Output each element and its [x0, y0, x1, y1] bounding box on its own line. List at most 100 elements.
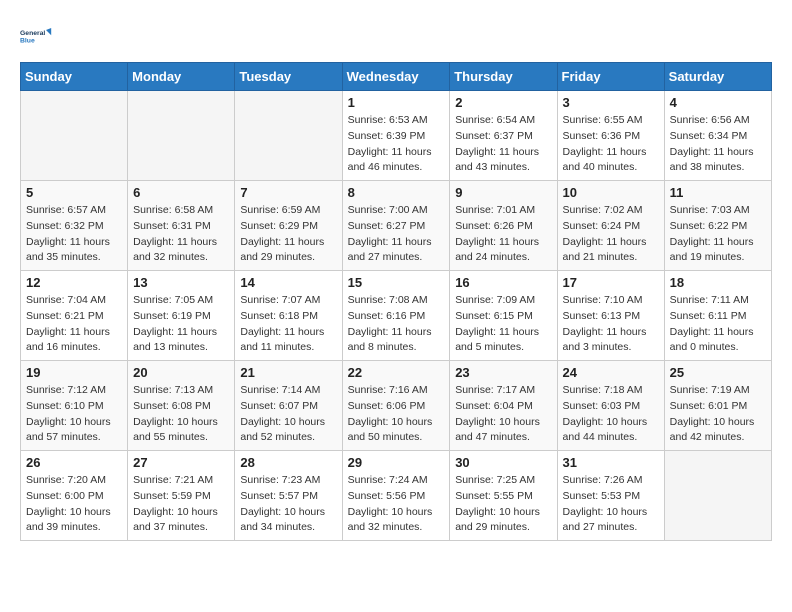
day-info: Sunrise: 7:02 AM Sunset: 6:24 PM Dayligh… — [563, 203, 659, 266]
day-number: 21 — [240, 365, 336, 380]
day-info: Sunrise: 7:14 AM Sunset: 6:07 PM Dayligh… — [240, 383, 336, 446]
day-number: 27 — [133, 455, 229, 470]
calendar-cell: 24 Sunrise: 7:18 AM Sunset: 6:03 PM Dayli… — [557, 361, 664, 451]
calendar-cell: 30Sunrise: 7:25 AM Sunset: 5:55 PM Dayli… — [450, 451, 557, 541]
day-number: 20 — [133, 365, 229, 380]
day-number: 14 — [240, 275, 336, 290]
calendar-cell: 19 Sunrise: 7:12 AM Sunset: 6:10 PM Dayli… — [21, 361, 128, 451]
day-number: 12 — [26, 275, 122, 290]
calendar-week-2: 5 Sunrise: 6:57 AM Sunset: 6:32 PM Daylig… — [21, 181, 772, 271]
calendar-cell: 12Sunrise: 7:04 AM Sunset: 6:21 PM Dayli… — [21, 271, 128, 361]
calendar-cell: 14 Sunrise: 7:07 AM Sunset: 6:18 PM Dayli… — [235, 271, 342, 361]
calendar-week-5: 26Sunrise: 7:20 AM Sunset: 6:00 PM Dayli… — [21, 451, 772, 541]
calendar-cell: 26Sunrise: 7:20 AM Sunset: 6:00 PM Dayli… — [21, 451, 128, 541]
day-info: Sunrise: 6:59 AM Sunset: 6:29 PM Dayligh… — [240, 203, 336, 266]
logo-icon: GeneralBlue — [20, 20, 52, 52]
day-number: 4 — [670, 95, 766, 110]
calendar-cell: 4Sunrise: 6:56 AM Sunset: 6:34 PM Daylig… — [664, 91, 771, 181]
weekday-header-sunday: Sunday — [21, 63, 128, 91]
day-info: Sunrise: 7:23 AM Sunset: 5:57 PM Dayligh… — [240, 473, 336, 536]
day-info: Sunrise: 6:57 AM Sunset: 6:32 PM Dayligh… — [26, 203, 122, 266]
calendar-cell: 2 Sunrise: 6:54 AM Sunset: 6:37 PM Daylig… — [450, 91, 557, 181]
calendar-cell: 7 Sunrise: 6:59 AM Sunset: 6:29 PM Daylig… — [235, 181, 342, 271]
calendar-cell: 21 Sunrise: 7:14 AM Sunset: 6:07 PM Dayli… — [235, 361, 342, 451]
weekday-header-tuesday: Tuesday — [235, 63, 342, 91]
day-info: Sunrise: 7:08 AM Sunset: 6:16 PM Dayligh… — [348, 293, 445, 356]
day-number: 18 — [670, 275, 766, 290]
calendar-cell: 1 Sunrise: 6:53 AM Sunset: 6:39 PM Daylig… — [342, 91, 450, 181]
day-info: Sunrise: 7:07 AM Sunset: 6:18 PM Dayligh… — [240, 293, 336, 356]
svg-text:Blue: Blue — [20, 37, 35, 44]
day-info: Sunrise: 7:24 AM Sunset: 5:56 PM Dayligh… — [348, 473, 445, 536]
calendar-cell: 16Sunrise: 7:09 AM Sunset: 6:15 PM Dayli… — [450, 271, 557, 361]
calendar-cell: 20 Sunrise: 7:13 AM Sunset: 6:08 PM Dayli… — [128, 361, 235, 451]
weekday-header-monday: Monday — [128, 63, 235, 91]
calendar-cell: 28Sunrise: 7:23 AM Sunset: 5:57 PM Dayli… — [235, 451, 342, 541]
day-info: Sunrise: 7:09 AM Sunset: 6:15 PM Dayligh… — [455, 293, 551, 356]
day-info: Sunrise: 6:53 AM Sunset: 6:39 PM Dayligh… — [348, 113, 445, 176]
weekday-header-wednesday: Wednesday — [342, 63, 450, 91]
logo: GeneralBlue — [20, 20, 52, 52]
day-number: 15 — [348, 275, 445, 290]
day-number: 2 — [455, 95, 551, 110]
calendar-cell: 13 Sunrise: 7:05 AM Sunset: 6:19 PM Dayli… — [128, 271, 235, 361]
calendar-cell: 5 Sunrise: 6:57 AM Sunset: 6:32 PM Daylig… — [21, 181, 128, 271]
calendar-cell: 25 Sunrise: 7:19 AM Sunset: 6:01 PM Dayli… — [664, 361, 771, 451]
day-number: 1 — [348, 95, 445, 110]
day-info: Sunrise: 7:21 AM Sunset: 5:59 PM Dayligh… — [133, 473, 229, 536]
day-info: Sunrise: 7:26 AM Sunset: 5:53 PM Dayligh… — [563, 473, 659, 536]
day-number: 31 — [563, 455, 659, 470]
day-info: Sunrise: 7:03 AM Sunset: 6:22 PM Dayligh… — [670, 203, 766, 266]
calendar-week-4: 19 Sunrise: 7:12 AM Sunset: 6:10 PM Dayli… — [21, 361, 772, 451]
day-number: 11 — [670, 185, 766, 200]
calendar-cell: 27 Sunrise: 7:21 AM Sunset: 5:59 PM Dayli… — [128, 451, 235, 541]
day-number: 25 — [670, 365, 766, 380]
day-number: 10 — [563, 185, 659, 200]
svg-text:General: General — [20, 30, 45, 37]
day-number: 5 — [26, 185, 122, 200]
calendar-cell: 22 Sunrise: 7:16 AM Sunset: 6:06 PM Dayli… — [342, 361, 450, 451]
day-number: 13 — [133, 275, 229, 290]
weekday-header-friday: Friday — [557, 63, 664, 91]
weekday-header-saturday: Saturday — [664, 63, 771, 91]
day-number: 6 — [133, 185, 229, 200]
day-info: Sunrise: 6:55 AM Sunset: 6:36 PM Dayligh… — [563, 113, 659, 176]
day-info: Sunrise: 6:54 AM Sunset: 6:37 PM Dayligh… — [455, 113, 551, 176]
day-number: 24 — [563, 365, 659, 380]
calendar-cell: 31 Sunrise: 7:26 AM Sunset: 5:53 PM Dayli… — [557, 451, 664, 541]
day-number: 3 — [563, 95, 659, 110]
day-info: Sunrise: 7:17 AM Sunset: 6:04 PM Dayligh… — [455, 383, 551, 446]
day-info: Sunrise: 7:12 AM Sunset: 6:10 PM Dayligh… — [26, 383, 122, 446]
day-number: 9 — [455, 185, 551, 200]
day-number: 7 — [240, 185, 336, 200]
day-number: 19 — [26, 365, 122, 380]
calendar-cell: 15 Sunrise: 7:08 AM Sunset: 6:16 PM Dayli… — [342, 271, 450, 361]
day-info: Sunrise: 7:13 AM Sunset: 6:08 PM Dayligh… — [133, 383, 229, 446]
weekday-header-thursday: Thursday — [450, 63, 557, 91]
page-header: GeneralBlue — [20, 20, 772, 52]
day-number: 8 — [348, 185, 445, 200]
day-info: Sunrise: 7:05 AM Sunset: 6:19 PM Dayligh… — [133, 293, 229, 356]
calendar-cell: 3 Sunrise: 6:55 AM Sunset: 6:36 PM Daylig… — [557, 91, 664, 181]
calendar-cell — [235, 91, 342, 181]
day-info: Sunrise: 6:58 AM Sunset: 6:31 PM Dayligh… — [133, 203, 229, 266]
calendar-cell — [21, 91, 128, 181]
day-info: Sunrise: 7:16 AM Sunset: 6:06 PM Dayligh… — [348, 383, 445, 446]
calendar-cell: 18 Sunrise: 7:11 AM Sunset: 6:11 PM Dayli… — [664, 271, 771, 361]
day-info: Sunrise: 7:25 AM Sunset: 5:55 PM Dayligh… — [455, 473, 551, 536]
day-number: 29 — [348, 455, 445, 470]
calendar-table: SundayMondayTuesdayWednesdayThursdayFrid… — [20, 62, 772, 541]
day-info: Sunrise: 7:00 AM Sunset: 6:27 PM Dayligh… — [348, 203, 445, 266]
day-number: 23 — [455, 365, 551, 380]
day-info: Sunrise: 7:01 AM Sunset: 6:26 PM Dayligh… — [455, 203, 551, 266]
calendar-cell: 11 Sunrise: 7:03 AM Sunset: 6:22 PM Dayli… — [664, 181, 771, 271]
day-info: Sunrise: 7:18 AM Sunset: 6:03 PM Dayligh… — [563, 383, 659, 446]
calendar-cell — [128, 91, 235, 181]
day-number: 22 — [348, 365, 445, 380]
calendar-week-1: 1 Sunrise: 6:53 AM Sunset: 6:39 PM Daylig… — [21, 91, 772, 181]
day-info: Sunrise: 7:19 AM Sunset: 6:01 PM Dayligh… — [670, 383, 766, 446]
day-info: Sunrise: 7:11 AM Sunset: 6:11 PM Dayligh… — [670, 293, 766, 356]
calendar-cell: 6 Sunrise: 6:58 AM Sunset: 6:31 PM Daylig… — [128, 181, 235, 271]
calendar-cell: 8 Sunrise: 7:00 AM Sunset: 6:27 PM Daylig… — [342, 181, 450, 271]
day-number: 26 — [26, 455, 122, 470]
